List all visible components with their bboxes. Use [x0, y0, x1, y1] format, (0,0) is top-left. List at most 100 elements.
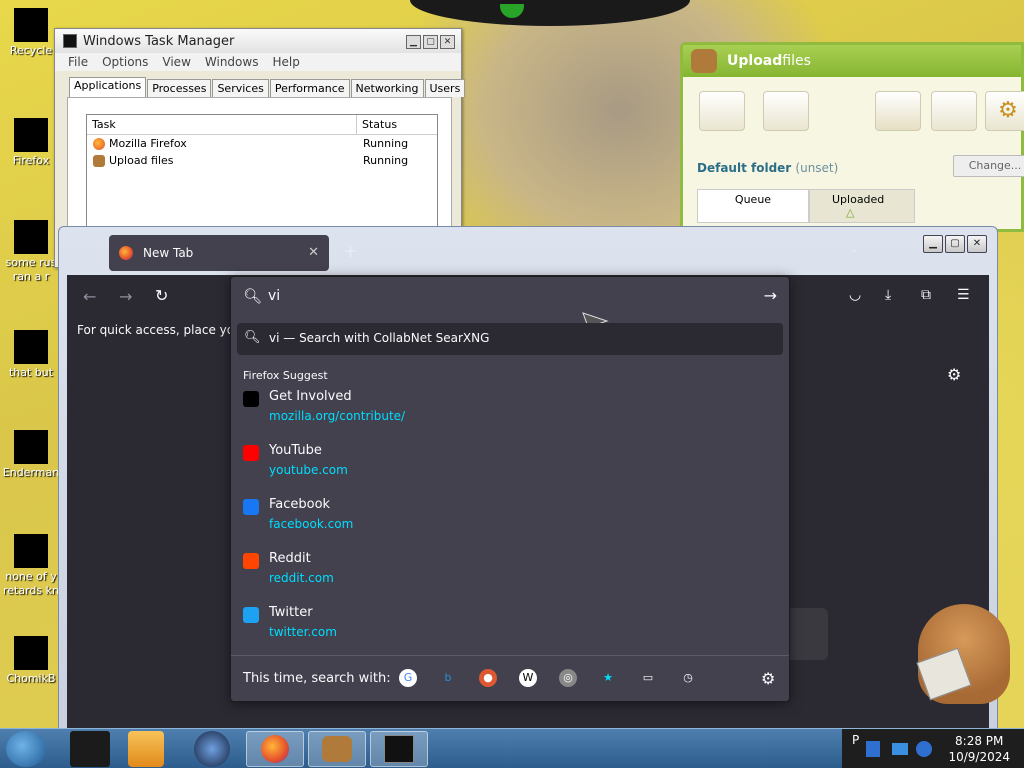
facebook-icon — [243, 499, 259, 515]
upload-files-window[interactable]: Upload files ⚙ Default folder (unset) Ch… — [680, 42, 1024, 232]
reload-icon[interactable]: ↻ — [155, 286, 168, 305]
taskbar-globe-icon[interactable] — [194, 731, 230, 767]
desktop-icon-that-but[interactable]: that but — [0, 330, 62, 380]
forward-arrow-icon[interactable]: → — [119, 287, 132, 306]
suggestion-reddit[interactable]: Reddit reddit.com — [243, 551, 773, 599]
clock-time: 8:28 PM — [955, 734, 1004, 748]
desktop-icon-chomikbox[interactable]: ChomikB — [0, 636, 62, 686]
desktop-icon-firefox[interactable]: Firefox — [0, 118, 62, 168]
task-row-upload[interactable]: Upload files Running — [87, 152, 437, 169]
task-manager-tabs: Applications Processes Services Performa… — [69, 77, 466, 97]
suggestion-title: Facebook — [269, 497, 331, 512]
searxng-engine-icon[interactable]: ◎ — [559, 669, 577, 687]
desktop-icon-label: Firefox — [12, 154, 50, 167]
clock[interactable]: 8:28 PM 10/9/2024 — [948, 733, 1010, 765]
add-folder-button[interactable] — [763, 91, 809, 131]
tab-networking[interactable]: Networking — [350, 79, 424, 97]
task-list-header: Task Status — [87, 115, 437, 135]
change-folder-button[interactable]: Change... — [953, 155, 1024, 177]
reddit-icon — [243, 553, 259, 569]
suggestion-url: reddit.com — [269, 571, 334, 585]
desktop-icon-image — [14, 430, 48, 464]
default-folder-label: Default folder (unset) — [697, 161, 838, 175]
menu-windows[interactable]: Windows — [198, 53, 266, 71]
system-tray: P 8:28 PM 10/9/2024 — [842, 729, 1024, 768]
menu-options[interactable]: Options — [95, 53, 155, 71]
clock-date: 10/9/2024 — [948, 750, 1010, 764]
task-row-firefox[interactable]: Mozilla Firefox Running — [87, 135, 437, 152]
menu-help[interactable]: Help — [265, 53, 306, 71]
minimize-button[interactable]: ▁ — [406, 35, 421, 49]
duckduckgo-engine-icon[interactable]: ● — [479, 669, 497, 687]
taskbar-upload-button[interactable] — [308, 731, 366, 767]
tab-uploaded[interactable]: Uploaded △ — [809, 189, 915, 223]
desktop-icon-recycle-bin[interactable]: Recycle — [0, 8, 62, 58]
search-engine-suggestion[interactable]: 🔍︎ vi — Search with CollabNet SearXNG — [237, 323, 783, 355]
hamster-button[interactable] — [875, 91, 921, 131]
suggestion-url: mozilla.org/contribute/ — [269, 409, 406, 423]
tabs-icon[interactable]: ▭ — [639, 669, 657, 687]
downloads-icon[interactable]: ⤓ — [885, 287, 891, 303]
customize-gear-icon[interactable]: ⚙ — [947, 365, 961, 384]
network-icon[interactable] — [892, 743, 908, 755]
wikipedia-engine-icon[interactable]: W — [519, 669, 537, 687]
urlbar[interactable]: 🔍︎ vi → — [231, 277, 789, 317]
google-engine-icon[interactable]: G — [399, 669, 417, 687]
bing-engine-icon[interactable]: b — [439, 669, 457, 687]
tab-processes[interactable]: Processes — [147, 79, 212, 97]
bookmarks-icon[interactable]: ★ — [599, 669, 617, 687]
settings-gear-icon[interactable]: ⚙ — [985, 91, 1024, 131]
language-icon[interactable] — [866, 741, 880, 757]
tab-users[interactable]: Users — [424, 79, 466, 97]
close-button[interactable]: ✕ — [440, 35, 455, 49]
maximize-button[interactable]: ▢ — [945, 235, 965, 253]
close-tab-icon[interactable]: ✕ — [308, 245, 319, 260]
hamster-app-icon — [691, 49, 717, 73]
minimize-button[interactable]: ▁ — [923, 235, 943, 253]
menu-view[interactable]: View — [155, 53, 197, 71]
start-button[interactable] — [6, 731, 46, 767]
search-with-label: This time, search with: — [243, 671, 391, 686]
search-settings-gear-icon[interactable]: ⚙ — [761, 669, 775, 688]
desktop-icon-some-rus[interactable]: some rus ran a r — [0, 220, 62, 284]
tab-performance[interactable]: Performance — [269, 79, 350, 97]
desktop-icon-none-of-y[interactable]: none of y retards kn — [0, 534, 62, 598]
suggestion-facebook[interactable]: Facebook facebook.com — [243, 497, 773, 545]
tray-letter: P — [852, 733, 860, 747]
taskbar-media-icon[interactable] — [128, 731, 164, 767]
desktop-icon-image — [14, 220, 48, 254]
extensions-icon[interactable]: ⧉ — [921, 287, 931, 303]
menu-hamburger-icon[interactable]: ☰ — [957, 287, 970, 303]
task-manager-titlebar[interactable]: Windows Task Manager — [55, 29, 461, 53]
maximize-button[interactable]: ▢ — [423, 35, 438, 49]
tab-new-tab[interactable]: New Tab ✕ — [109, 235, 329, 271]
suggestion-youtube[interactable]: YouTube youtube.com — [243, 443, 773, 491]
suggestion-twitter[interactable]: Twitter twitter.com — [243, 605, 773, 653]
desktop-icon-image — [14, 8, 48, 42]
tab-queue[interactable]: Queue — [697, 189, 809, 223]
add-files-button[interactable] — [699, 91, 745, 131]
urlbar-input[interactable]: vi — [268, 288, 280, 304]
history-icon[interactable]: ◷ — [679, 669, 697, 687]
upload-titlebar[interactable]: Upload files — [683, 45, 1021, 77]
taskbar-firefox-button[interactable] — [246, 731, 304, 767]
back-arrow-icon[interactable]: ← — [83, 287, 96, 306]
close-button[interactable]: ✕ — [967, 235, 987, 253]
menu-file[interactable]: File — [61, 53, 95, 71]
column-status[interactable]: Status — [357, 115, 402, 134]
taskbar-blackhole-icon[interactable] — [70, 731, 110, 767]
go-arrow-icon[interactable]: → — [764, 286, 777, 305]
new-tab-plus-icon[interactable]: + — [343, 241, 358, 262]
volume-icon[interactable] — [916, 741, 932, 757]
list-tabs-chevron-icon[interactable]: ⌄ — [849, 241, 859, 255]
pocket-icon[interactable]: ◡ — [849, 287, 861, 303]
tab-applications[interactable]: Applications — [69, 77, 147, 97]
suggestion-title: Get Involved — [269, 389, 352, 404]
suggestion-get-involved[interactable]: Get Involved mozilla.org/contribute/ — [243, 389, 773, 437]
taskbar-task-manager-button[interactable] — [370, 731, 428, 767]
tab-services[interactable]: Services — [212, 79, 269, 97]
desktop-icon-enderman[interactable]: Enderman — [0, 430, 62, 480]
task-manager-icon — [384, 735, 414, 763]
clipboard-button[interactable] — [931, 91, 977, 131]
column-task[interactable]: Task — [87, 115, 357, 134]
